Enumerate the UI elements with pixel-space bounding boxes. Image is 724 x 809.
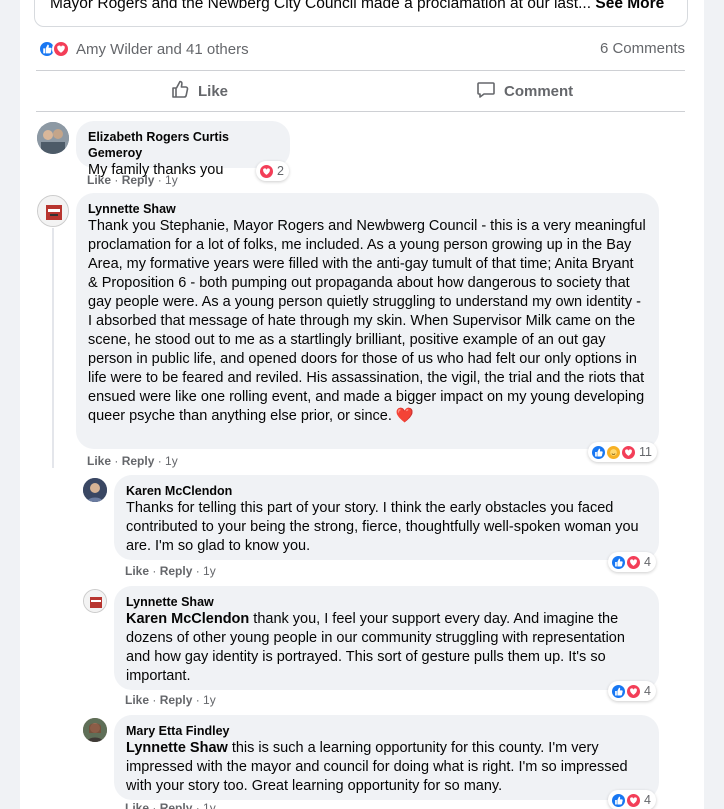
comment-reply-link[interactable]: Reply xyxy=(122,173,155,187)
reaction-count: 4 xyxy=(644,684,651,698)
comment-reply-link[interactable]: Reply xyxy=(122,454,155,468)
comment-text: Karen McClendon thank you, I feel your s… xyxy=(126,610,647,686)
comment-like-link[interactable]: Like xyxy=(87,454,111,468)
comment-age[interactable]: 1y xyxy=(203,564,216,578)
thread-line-main xyxy=(52,228,54,468)
mention-link[interactable]: Lynnette Shaw xyxy=(126,740,228,756)
comment-author[interactable]: Mary Etta Findley xyxy=(126,723,647,739)
love-reaction-icon xyxy=(625,553,642,571)
reaction-count: 4 xyxy=(644,793,651,807)
comment-age[interactable]: 1y xyxy=(203,801,216,809)
comment-text: Thanks for telling this part of your sto… xyxy=(126,500,639,554)
comment-author[interactable]: Lynnette Shaw xyxy=(88,201,647,217)
comment-author[interactable]: Lynnette Shaw xyxy=(126,594,647,610)
comment-bubble-1: Elizabeth Rogers Curtis Gemeroy My famil… xyxy=(76,121,290,178)
divider-top xyxy=(36,70,685,71)
comment-reactions-badge[interactable]: 4 xyxy=(608,681,656,701)
comment-reply-link[interactable]: Reply xyxy=(160,693,193,707)
post-text-content: Mayor Rogers and the Newberg City Counci… xyxy=(50,0,592,12)
comment-meta: Like · Reply · 1y xyxy=(125,801,216,809)
comment-meta: Like · Reply · 1y xyxy=(87,173,178,187)
comment-bubble-2: Lynnette Shaw Thank you Stephanie, Mayor… xyxy=(76,193,659,449)
comment-like-link[interactable]: Like xyxy=(125,564,149,578)
comment-count[interactable]: 6 Comments xyxy=(600,40,685,57)
comment-age[interactable]: 1y xyxy=(203,693,216,707)
love-reaction-icon xyxy=(625,791,642,809)
comment-author[interactable]: Elizabeth Rogers Curtis Gemeroy xyxy=(88,129,278,161)
comment-like-link[interactable]: Like xyxy=(87,173,111,187)
comment-reply-link[interactable]: Reply xyxy=(160,564,193,578)
comment-meta: Like · Reply · 1y xyxy=(125,564,216,578)
reactions-summary[interactable]: Amy Wilder and 41 others xyxy=(38,38,249,60)
comment-text: Thank you Stephanie, Mayor Rogers and Ne… xyxy=(88,218,646,424)
avatar-lynnette-small[interactable] xyxy=(83,589,107,613)
avatar-karen[interactable] xyxy=(83,478,107,502)
comment-like-link[interactable]: Like xyxy=(125,801,149,809)
comment-age[interactable]: 1y xyxy=(165,454,178,468)
comment-meta: Like · Reply · 1y xyxy=(125,693,216,707)
comment-reactions-badge[interactable]: 4 xyxy=(608,552,656,572)
post-text: Mayor Rogers and the Newberg City Counci… xyxy=(50,0,664,13)
comment-bubble-icon xyxy=(476,79,496,103)
comment-bubble-5: Mary Etta Findley Lynnette Shaw this is … xyxy=(114,715,659,800)
comment-meta: Like · Reply · 1y xyxy=(87,454,178,468)
comment-reactions-badge[interactable]: 4 xyxy=(608,790,656,809)
love-reaction-icon xyxy=(258,162,275,180)
divider-bottom xyxy=(36,111,685,112)
comment-age[interactable]: 1y xyxy=(165,173,178,187)
love-reaction-icon xyxy=(620,443,637,461)
comment-text: Lynnette Shaw this is such a learning op… xyxy=(126,739,647,796)
comment-reactions-badge[interactable]: 11 xyxy=(588,442,657,462)
comment-reply-link[interactable]: Reply xyxy=(160,801,193,809)
thumbs-up-icon xyxy=(170,79,190,103)
reaction-count: 11 xyxy=(639,445,652,459)
reaction-count: 4 xyxy=(644,555,651,569)
comment-reactions-badge[interactable]: 2 xyxy=(256,161,289,181)
mention-link[interactable]: Karen McClendon xyxy=(126,611,249,627)
comment-button[interactable]: Comment xyxy=(476,80,573,102)
like-button-label: Like xyxy=(198,82,229,100)
comment-bubble-4: Lynnette Shaw Karen McClendon thank you,… xyxy=(114,586,659,690)
reactors-text[interactable]: Amy Wilder and 41 others xyxy=(76,41,249,58)
avatar-elizabeth[interactable] xyxy=(37,122,69,154)
comment-button-label: Comment xyxy=(504,82,574,100)
like-button[interactable]: Like xyxy=(170,80,228,102)
comment-author[interactable]: Karen McClendon xyxy=(126,483,647,499)
comment-like-link[interactable]: Like xyxy=(125,693,149,707)
avatar-mary[interactable] xyxy=(83,718,107,742)
avatar-lynnette[interactable] xyxy=(37,195,69,227)
comment-bubble-3: Karen McClendon Thanks for telling this … xyxy=(114,475,659,560)
reaction-count: 2 xyxy=(277,164,284,178)
love-reaction-icon xyxy=(625,682,642,700)
love-reaction-icon xyxy=(52,40,70,58)
see-more-link[interactable]: See More xyxy=(595,0,664,12)
